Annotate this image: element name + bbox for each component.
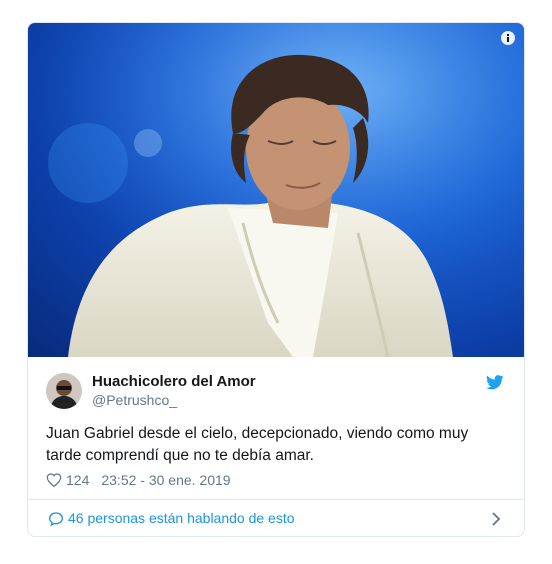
avatar[interactable] <box>46 373 82 409</box>
heart-icon[interactable] <box>46 473 62 487</box>
like-count: 124 <box>66 472 90 488</box>
photo-illustration <box>28 23 524 357</box>
conversation-link[interactable]: 46 personas están hablando de esto <box>28 499 524 536</box>
info-icon[interactable] <box>500 30 516 46</box>
timestamp[interactable]: 23:52 - 30 ene. 2019 <box>101 472 230 488</box>
avatar-image <box>46 373 82 409</box>
tweet-card[interactable]: Huachicolero del Amor @Petrushco_ Juan G… <box>27 22 525 537</box>
conversation-count-text[interactable]: 46 personas están hablando de esto <box>68 510 295 526</box>
tweet-body: Huachicolero del Amor @Petrushco_ Juan G… <box>28 357 524 499</box>
tweet-photo[interactable] <box>28 23 524 357</box>
tweet-meta: 124 23:52 - 30 ene. 2019 <box>46 472 231 488</box>
speech-bubble-icon <box>48 512 64 527</box>
chevron-right-icon[interactable] <box>492 512 500 526</box>
tweet-text: Juan Gabriel desde el cielo, decepcionad… <box>46 425 469 464</box>
twitter-bird-icon[interactable] <box>486 375 504 390</box>
display-name[interactable]: Huachicolero del Amor <box>92 373 256 390</box>
user-handle[interactable]: @Petrushco_ <box>92 392 177 408</box>
